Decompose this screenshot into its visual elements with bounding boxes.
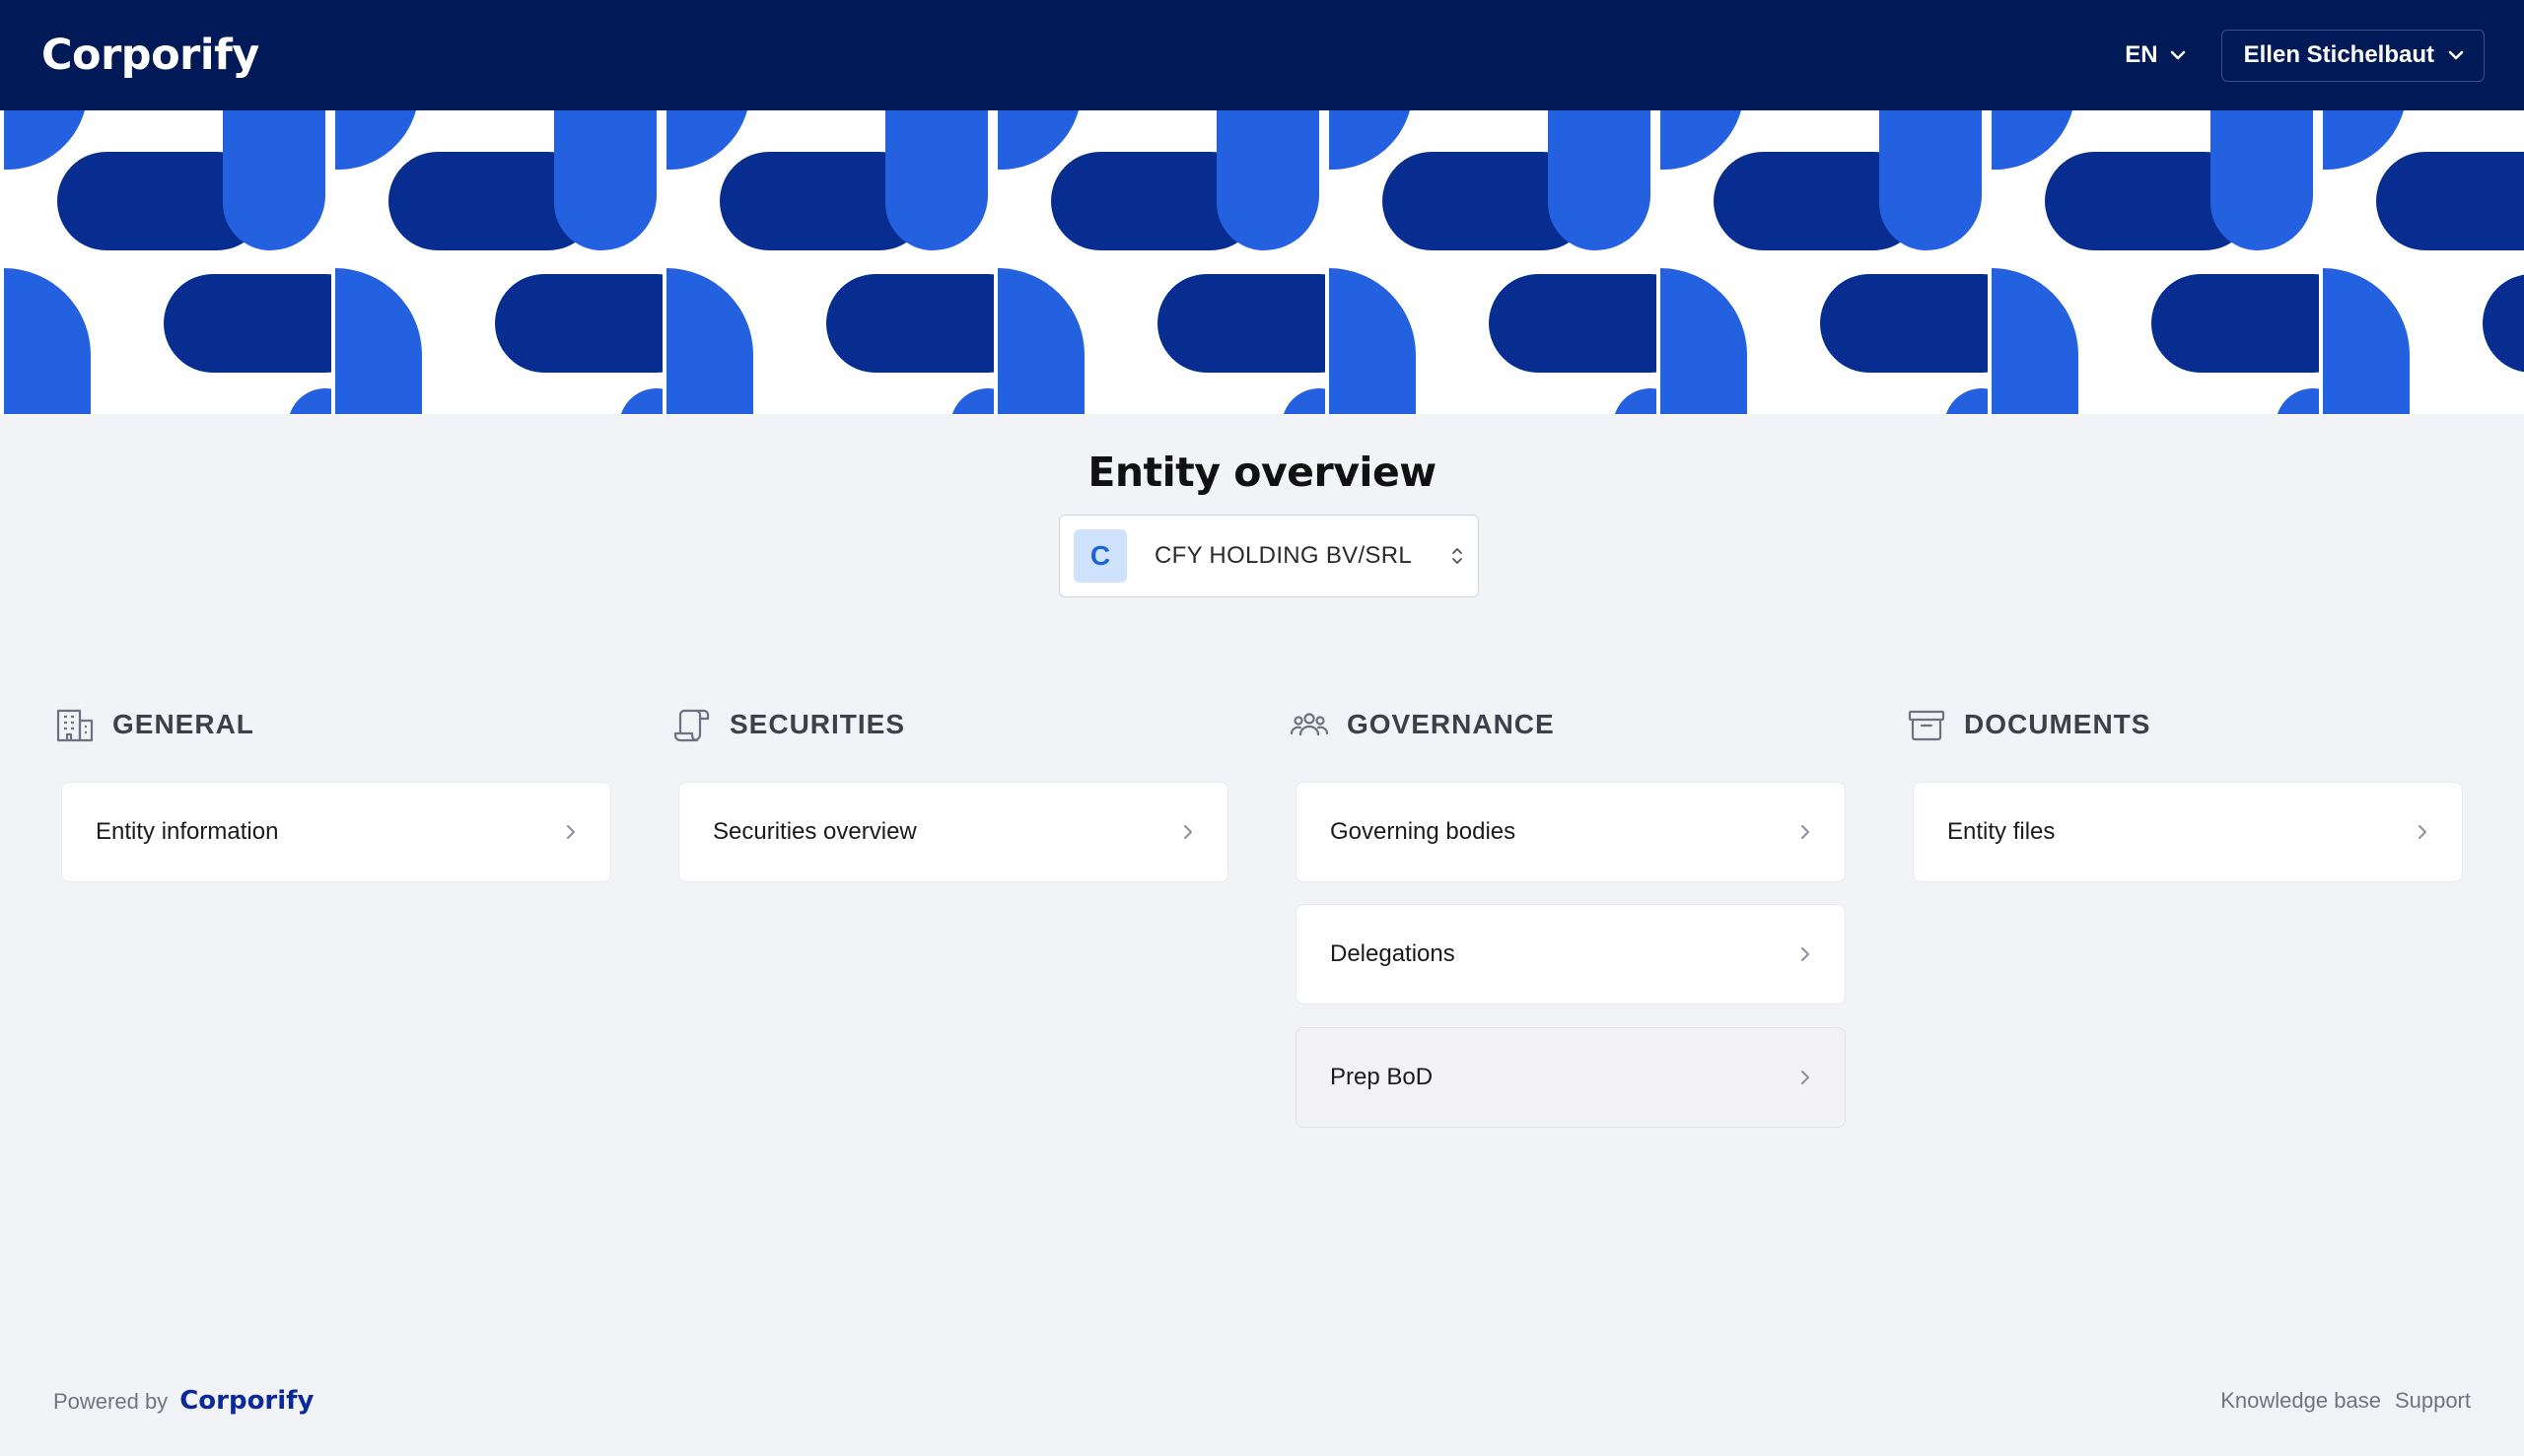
chevron-right-icon [1801,947,1809,961]
banner-pattern-graphic [0,110,2524,414]
card-label: Entity files [1947,818,2056,845]
banner-shape [666,110,747,171]
banner-shape [1660,268,1747,414]
knowledge-base-link[interactable]: Knowledge base [2220,1388,2381,1414]
card-label: Securities overview [713,818,917,845]
language-label: EN [2125,41,2158,68]
footer-powered-by: Powered by Corporify [53,1386,314,1416]
banner-shape [1329,110,1410,171]
card-label: Entity information [96,818,279,845]
footer-links: Knowledge base Support [2220,1388,2471,1414]
pattern-banner [0,110,2524,414]
banner-shape [1992,268,2078,414]
user-name: Ellen Stichelbaut [2243,41,2434,68]
entity-selector[interactable]: C CFY HOLDING BV/SRL [1059,515,1479,597]
banner-shape [1217,110,1319,250]
section-title: GENERAL [112,709,254,739]
banner-shape [1656,110,1660,414]
banner-shape [0,260,2524,264]
building-icon [56,709,94,742]
banner-shape [998,110,1079,171]
brand-logo[interactable]: Corporify [41,31,259,80]
banner-shape [331,110,335,414]
banner-shape [1548,110,1650,250]
banner-shape [554,110,657,250]
entity-avatar: C [1074,529,1127,583]
support-link[interactable]: Support [2395,1388,2471,1414]
banner-shape [2483,274,2524,373]
users-icon [1290,713,1329,736]
section-header: SECURITIES [672,702,1225,747]
banner-shape [1325,110,1329,414]
card-label: Prep BoD [1330,1064,1434,1090]
section-title: GOVERNANCE [1347,709,1555,739]
chevron-down-icon [2170,50,2185,60]
section-header: GOVERNANCE [1290,702,1842,747]
banner-shape [998,268,1085,414]
banner-shape [2319,110,2323,414]
section-securities: SECURITIES Securities overview [672,702,1228,882]
chevron-right-icon [1801,825,1809,839]
chevron-up-down-icon [1452,548,1462,564]
banner-shape [335,110,416,171]
banner-shape [4,110,85,171]
banner-shape [0,110,4,414]
powered-by-text: Powered by [53,1389,169,1414]
section-header: GENERAL [55,702,607,747]
banner-shape [1992,110,2072,171]
section-title: DOCUMENTS [1964,709,2151,739]
nav-card-delegations[interactable]: Delegations [1296,904,1846,1005]
banner-shape [2210,110,2313,250]
page-title: Entity overview [1087,449,1437,496]
banner-shape [1988,110,1992,414]
banner-shape [885,110,988,250]
language-selector[interactable]: EN [2125,41,2185,69]
section-general: GENERAL Entity information [55,702,611,882]
section-governance: GOVERNANCE Governing bodies Delegations … [1290,702,1846,1128]
banner-shape [994,110,998,414]
banner-shape [2323,268,2410,414]
footer-brand-link[interactable]: Corporify [179,1386,314,1416]
banner-shape [2323,110,2404,171]
archive-box-icon [1908,710,1945,741]
nav-card-governing-bodies[interactable]: Governing bodies [1296,782,1846,882]
banner-shape [4,268,91,414]
nav-card-entity-files[interactable]: Entity files [1913,782,2463,882]
chevron-right-icon [567,825,575,839]
banner-shape [223,110,325,250]
chevron-right-icon [2419,825,2426,839]
user-menu-button[interactable]: Ellen Stichelbaut [2220,29,2485,82]
chevron-down-icon [2448,50,2464,60]
navbar-actions: EN Ellen Stichelbaut [2125,29,2485,82]
section-title: SECURITIES [730,709,906,739]
chevron-right-icon [1184,825,1192,839]
banner-shape [335,268,422,414]
section-header: DOCUMENTS [1907,702,2459,747]
card-label: Delegations [1330,940,1455,967]
banner-shape [1660,110,1741,171]
banner-shape [1329,268,1416,414]
card-label: Governing bodies [1330,818,1516,845]
banner-shape [666,268,753,414]
chevron-right-icon [1801,1071,1809,1084]
nav-card-securities-overview[interactable]: Securities overview [678,782,1228,882]
banner-shape [1879,110,1982,250]
banner-shape [2376,152,2524,250]
scroll-icon [673,709,710,742]
top-navbar: Corporify EN Ellen Stichelbaut [0,0,2524,110]
banner-shape [663,110,666,414]
nav-card-prep-bod[interactable]: Prep BoD [1296,1027,1846,1128]
section-documents: DOCUMENTS Entity files [1907,702,2463,882]
nav-card-entity-information[interactable]: Entity information [61,782,611,882]
entity-selector-value: CFY HOLDING BV/SRL [1155,542,1413,569]
